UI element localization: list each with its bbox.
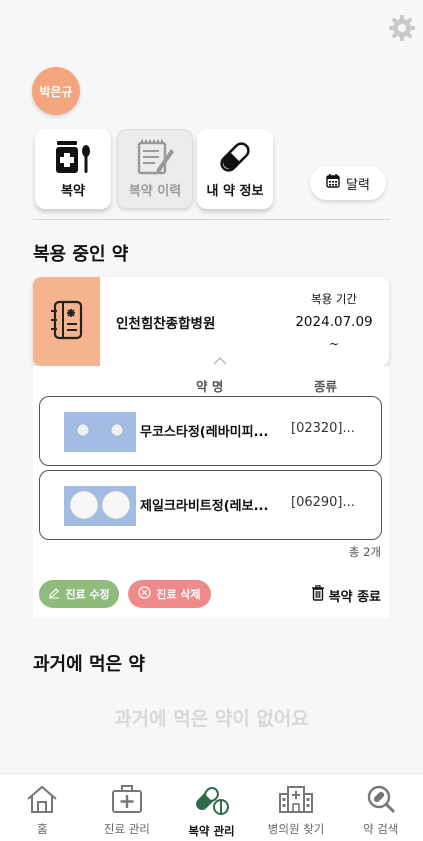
tile-medication[interactable]: 복약 bbox=[35, 129, 111, 209]
section-title-current: 복용 중인 약 bbox=[33, 244, 129, 265]
medication-code: [06290]... bbox=[291, 495, 355, 510]
nav-item-label: 복약 관리 bbox=[188, 824, 235, 838]
capsule-icon bbox=[215, 139, 255, 179]
nav-item-treatment[interactable]: 진료 관리 bbox=[85, 774, 170, 841]
tile-medication-history-label: 복약 이력 bbox=[128, 184, 182, 199]
pill-icon bbox=[192, 784, 230, 819]
divider bbox=[33, 219, 390, 220]
delete-treatment-button[interactable]: 진료 삭제 bbox=[128, 580, 211, 608]
nav-item-drug-search[interactable]: 약 검색 bbox=[338, 774, 423, 841]
pill-image bbox=[64, 412, 136, 452]
list-item[interactable]: 무코스타정(레바미피... [02320]... bbox=[39, 396, 382, 466]
end-medication-label: 복약 종료 bbox=[328, 589, 381, 605]
gear-icon[interactable] bbox=[388, 14, 416, 42]
edit-treatment-label: 진료 수정 bbox=[65, 588, 110, 601]
home-icon bbox=[25, 784, 59, 817]
chevron-up-icon[interactable] bbox=[213, 350, 227, 366]
nav-item-label: 약 검색 bbox=[362, 822, 399, 836]
nav-item-label: 병의원 찾기 bbox=[267, 822, 325, 836]
list-item[interactable]: 제일크라비트정(레보... [06290]... bbox=[39, 470, 382, 540]
avatar[interactable]: 박은규 bbox=[32, 67, 80, 115]
prescription-card[interactable]: 인천힘찬종합병원 복용 기간 2024.07.09 ~ bbox=[33, 277, 389, 366]
notepad-history-icon bbox=[135, 139, 175, 181]
empty-message: 과거에 먹은 약이 없어요 bbox=[114, 708, 309, 730]
calendar-button[interactable]: 달력 bbox=[310, 166, 386, 200]
hospital-icon bbox=[278, 784, 314, 817]
calendar-icon bbox=[326, 174, 340, 192]
close-circle-icon bbox=[138, 586, 151, 602]
tile-my-medicine-info[interactable]: 내 약 정보 bbox=[197, 129, 273, 209]
nav-item-label: 홈 bbox=[37, 822, 48, 836]
trash-icon bbox=[311, 585, 325, 605]
nav-item-home[interactable]: 홈 bbox=[0, 774, 85, 841]
pill-image bbox=[64, 486, 136, 526]
medication-list: 약 명 종류 무코스타정(레바미피... [02320]... 제일크라비트정(… bbox=[33, 366, 389, 618]
tile-medication-label: 복약 bbox=[61, 184, 85, 199]
nav-item-hospital-search[interactable]: 병의원 찾기 bbox=[254, 774, 339, 841]
user-name: 박은규 bbox=[39, 84, 73, 99]
medicine-bottle-icon bbox=[53, 139, 93, 179]
column-header-type: 종류 bbox=[314, 379, 338, 394]
end-medication-button[interactable]: 복약 종료 bbox=[311, 585, 381, 605]
medication-name: 제일크라비트정(레보... bbox=[140, 499, 269, 514]
nav-item-medication[interactable]: 복약 관리 bbox=[169, 774, 254, 841]
section-title-past: 과거에 먹은 약 bbox=[33, 654, 145, 675]
period-end: ~ bbox=[328, 337, 340, 351]
calendar-button-label: 달력 bbox=[346, 177, 370, 193]
medical-bag-icon bbox=[110, 784, 144, 817]
column-header-name: 약 명 bbox=[196, 379, 224, 394]
period-start: 2024.07.09 bbox=[295, 314, 373, 330]
medication-name: 무코스타정(레바미피... bbox=[140, 425, 269, 440]
tile-my-medicine-info-label: 내 약 정보 bbox=[206, 184, 264, 199]
edit-treatment-button[interactable]: 진료 수정 bbox=[39, 580, 119, 608]
nav-item-label: 진료 관리 bbox=[103, 822, 150, 836]
hospital-name: 인천힘찬종합병원 bbox=[116, 316, 216, 332]
search-icon bbox=[364, 784, 398, 817]
prescription-notebook-icon bbox=[47, 298, 87, 346]
delete-treatment-label: 진료 삭제 bbox=[156, 588, 201, 601]
medication-code: [02320]... bbox=[291, 421, 355, 436]
tile-medication-history[interactable]: 복약 이력 bbox=[117, 129, 193, 209]
card-icon-area bbox=[33, 277, 100, 366]
pencil-icon bbox=[48, 587, 60, 602]
bottom-nav: 홈 진료 관리 복약 관리 병의원 찾기 약 검색 bbox=[0, 773, 423, 841]
period-label: 복용 기간 bbox=[311, 292, 357, 306]
medication-total: 총 2개 bbox=[348, 545, 381, 559]
